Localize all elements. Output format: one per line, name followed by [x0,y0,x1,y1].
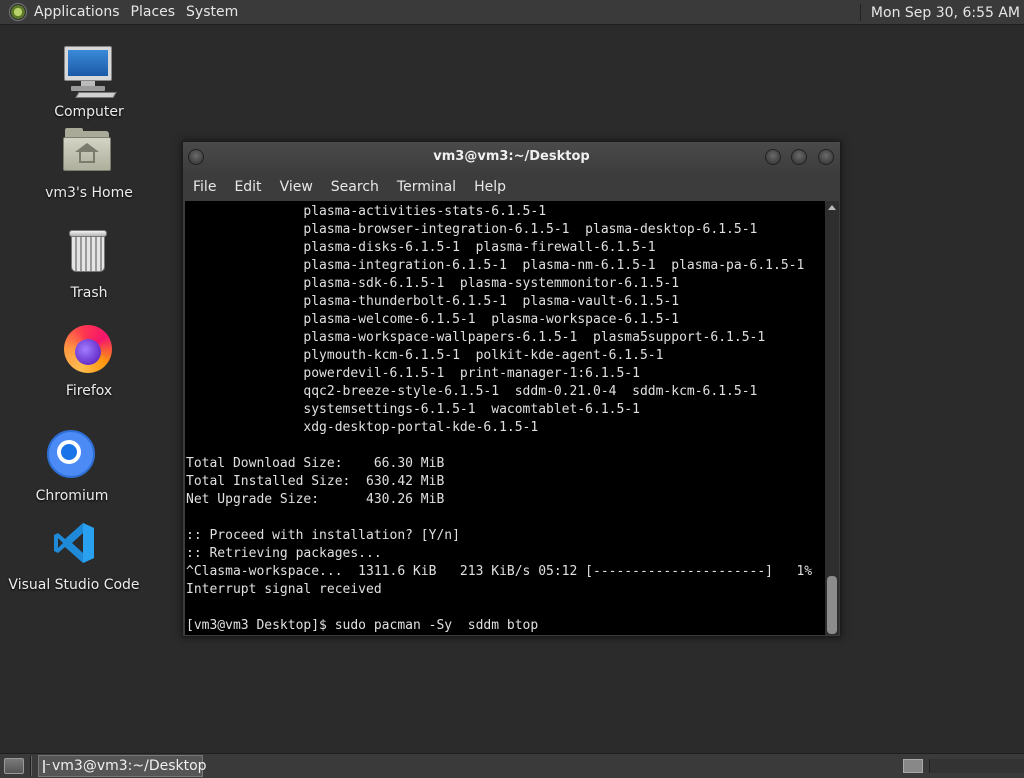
desktop-icon-trash[interactable]: Trash [14,225,164,301]
applications-menu[interactable]: Applications [33,4,127,20]
menu-help[interactable]: Help [474,179,514,195]
computer-icon [61,44,117,100]
window-titlebar[interactable]: vm3@vm3:~/Desktop [183,142,840,173]
taskbar-separator [30,756,32,776]
firefox-icon [61,323,117,379]
clock-area: Mon Sep 30, 6:55 AM [859,0,1024,25]
terminal-line: plasma-sdk-6.1.5-1 plasma-systemmonitor-… [186,276,680,291]
terminal-menubar: File Edit View Search Terminal Help [183,173,840,201]
terminal-line: :: Retrieving packages... [186,546,382,561]
vscode-icon [46,517,102,573]
desktop-icon-vscode[interactable]: Visual Studio Code [0,517,149,593]
terminal-line: Total Installed Size: 630.42 MiB [186,474,445,489]
desktop-icon-chromium[interactable]: Chromium [0,428,147,504]
terminal-line: Total Download Size: 66.30 MiB [186,456,445,471]
desktop-icon-firefox[interactable]: Firefox [14,323,164,399]
menu-edit[interactable]: Edit [234,179,269,195]
scroll-up-arrow-icon[interactable] [828,205,836,210]
terminal-line: Net Upgrade Size: 430.26 MiB [186,492,445,507]
terminal-icon [43,759,50,773]
desktop-icon-home[interactable]: vm3's Home [14,125,164,201]
terminal-scrollbar[interactable] [825,201,839,635]
trash-icon [61,225,117,281]
system-menu[interactable]: System [185,4,245,20]
terminal-line: plasma-thunderbolt-6.1.5-1 plasma-vault-… [186,294,680,309]
desktop-icon-label: Trash [70,285,108,301]
workspace-2[interactable] [929,759,1024,773]
window-title: vm3@vm3:~/Desktop [433,149,590,164]
desktop-icon-label: vm3's Home [45,185,133,201]
terminal-window: vm3@vm3:~/Desktop File Edit View Search … [182,141,841,637]
terminal-line: plasma-integration-6.1.5-1 plasma-nm-6.1… [186,258,805,273]
terminal-line: plasma-disks-6.1.5-1 plasma-firewall-6.1… [186,240,656,255]
minimize-button[interactable] [765,149,781,165]
maximize-button[interactable] [791,149,807,165]
bottom-panel: vm3@vm3:~/Desktop [0,753,1024,778]
terminal-output[interactable]: plasma-activities-stats-6.1.5-1 plasma-b… [185,201,826,635]
home-folder-icon [61,125,117,181]
taskbar-window-terminal[interactable]: vm3@vm3:~/Desktop [38,755,207,777]
show-desktop-icon[interactable] [4,758,24,774]
top-panel: Applications Places System Mon Sep 30, 6… [0,0,1024,25]
menu-terminal[interactable]: Terminal [397,179,464,195]
places-menu[interactable]: Places [130,4,183,20]
mate-menu-icon[interactable] [9,3,27,21]
panel-separator [859,4,861,21]
terminal-line: :: Proceed with installation? [Y/n] [186,528,460,543]
menu-file[interactable]: File [193,179,224,195]
chromium-icon [44,428,100,484]
close-button[interactable] [818,149,834,165]
terminal-line: systemsettings-6.1.5-1 wacomtablet-6.1.5… [186,402,640,417]
terminal-line: xdg-desktop-portal-kde-6.1.5-1 [186,420,539,435]
terminal-line: qqc2-breeze-style-6.1.5-1 sddm-0.21.0-4 … [186,384,758,399]
terminal-line: plasma-browser-integration-6.1.5-1 plasm… [186,222,758,237]
menu-search[interactable]: Search [331,179,387,195]
terminal-line: Interrupt signal received [186,582,382,597]
desktop-icon-label: Firefox [65,383,113,399]
terminal-line: powerdevil-6.1.5-1 print-manager-1:6.1.5… [186,366,640,381]
terminal-line: plasma-workspace-wallpapers-6.1.5-1 plas… [186,330,766,345]
desktop-icon-label: Visual Studio Code [8,577,140,593]
terminal-line: ^Clasma-workspace... 1311.6 KiB 213 KiB/… [186,564,813,579]
clock[interactable]: Mon Sep 30, 6:55 AM [871,5,1020,21]
terminal-line: plymouth-kcm-6.1.5-1 polkit-kde-agent-6.… [186,348,664,363]
desktop-icon-computer[interactable]: Computer [14,44,164,120]
taskbar-window-label: vm3@vm3:~/Desktop [52,758,207,774]
terminal-prompt-line: [vm3@vm3 Desktop]$ sudo pacman -Sy sddm … [186,618,539,633]
scrollbar-thumb[interactable] [827,576,837,634]
workspace-1[interactable] [903,759,923,773]
desktop-icon-label: Computer [54,104,124,120]
terminal-line: plasma-welcome-6.1.5-1 plasma-workspace-… [186,312,680,327]
desktop-icon-label: Chromium [35,488,109,504]
menu-view[interactable]: View [280,179,321,195]
terminal-line: plasma-activities-stats-6.1.5-1 [186,204,547,219]
